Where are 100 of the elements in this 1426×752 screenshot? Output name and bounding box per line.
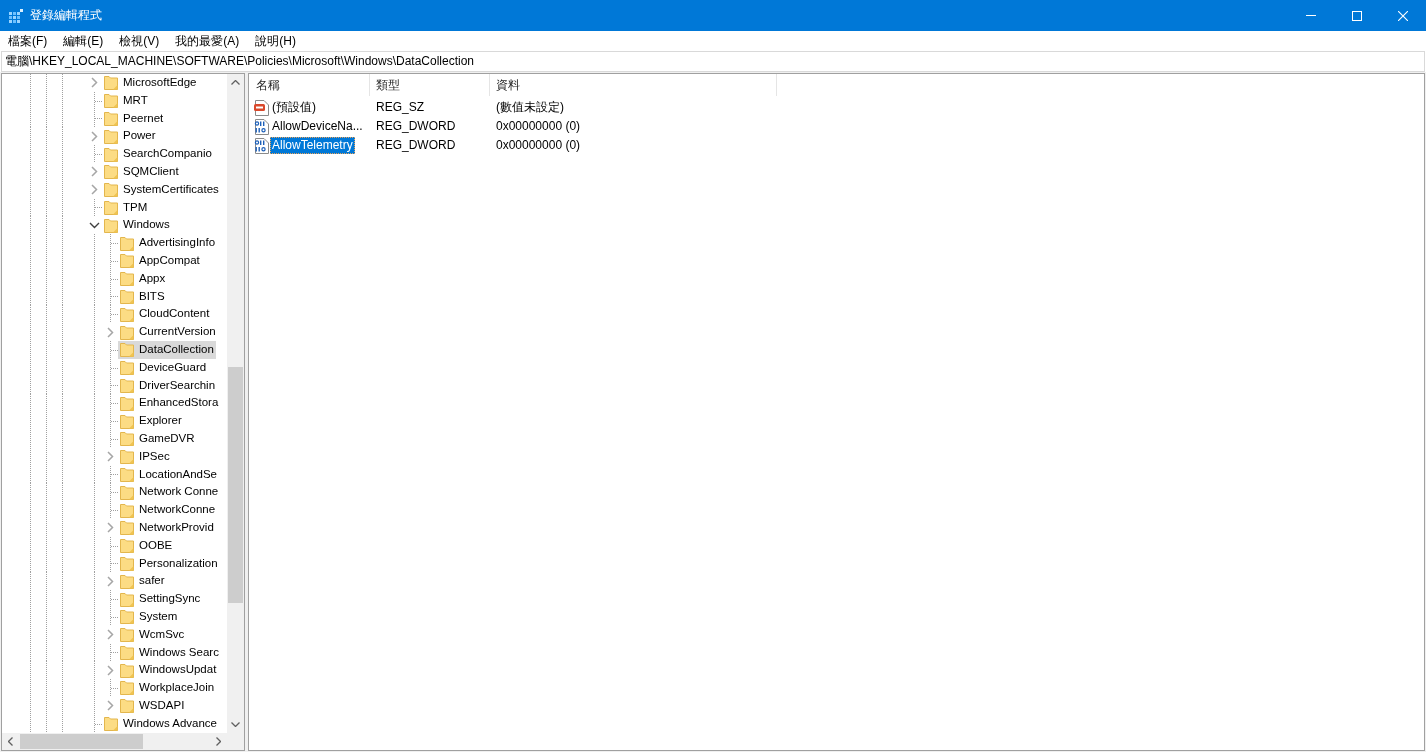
folder-icon	[120, 662, 134, 678]
tree-item[interactable]: Network Conne	[118, 483, 221, 502]
tree-item[interactable]: WindowsUpdat	[118, 661, 219, 680]
chevron-right-icon[interactable]	[90, 130, 98, 142]
folder-icon	[120, 644, 134, 660]
chevron-right-icon[interactable]	[106, 451, 114, 463]
tree-item[interactable]: MicrosoftEdge	[102, 74, 199, 92]
tree-item[interactable]: BITS	[118, 287, 167, 306]
tree-item[interactable]: Appx	[118, 269, 168, 288]
tree-item[interactable]: LocationAndSe	[118, 465, 219, 484]
folder-icon	[120, 573, 134, 589]
chevron-right-icon[interactable]	[106, 664, 114, 676]
tree-item[interactable]: OOBE	[118, 536, 175, 555]
tree-item[interactable]: Windows Advance	[102, 714, 219, 733]
folder-icon	[120, 502, 134, 518]
tree-item[interactable]: Windows	[102, 216, 172, 235]
folder-icon	[120, 431, 134, 447]
chevron-right-icon[interactable]	[106, 700, 114, 712]
window-title: 登錄編輯程式	[30, 8, 102, 23]
tree-item[interactable]: DeviceGuard	[118, 358, 209, 377]
folder-icon	[120, 324, 134, 340]
menu-item[interactable]: 編輯(E)	[55, 31, 112, 51]
close-icon	[1398, 10, 1408, 21]
folder-icon	[120, 680, 134, 696]
tree-item[interactable]: TPM	[102, 198, 150, 217]
tree-item[interactable]: CloudContent	[118, 305, 212, 324]
chevron-right-icon[interactable]	[90, 184, 98, 196]
tree-item[interactable]: Power	[102, 127, 158, 146]
tree-item[interactable]: SystemCertificates	[102, 180, 221, 199]
value-name[interactable]: (預設值)	[270, 99, 318, 116]
horizontal-scrollbar[interactable]	[2, 733, 227, 750]
tree-item[interactable]: SQMClient	[102, 163, 181, 181]
chevron-right-icon[interactable]	[90, 166, 98, 178]
text-document-icon	[254, 99, 270, 116]
folder-icon	[120, 413, 134, 429]
tree-item[interactable]: Explorer	[118, 412, 184, 430]
tree-item[interactable]: NetworkConne	[118, 501, 218, 519]
menu-item[interactable]: 說明(H)	[247, 31, 304, 51]
minimize-icon	[1306, 15, 1316, 16]
value-name[interactable]: AllowTelemetry	[270, 137, 355, 154]
scrollbar-thumb[interactable]	[228, 367, 243, 603]
tree-item[interactable]: Windows Searc	[118, 643, 221, 662]
grid-icon	[9, 8, 23, 23]
tree-item[interactable]: IPSec	[118, 447, 172, 466]
table-cell-text: (數值未設定)	[495, 100, 564, 115]
scroll-down-icon[interactable]	[231, 722, 240, 727]
folder-icon	[120, 395, 134, 411]
tree-item[interactable]: AppCompat	[118, 251, 202, 270]
folder-icon	[104, 716, 118, 732]
folder-icon	[104, 111, 118, 126]
folder-icon	[120, 538, 134, 554]
table-cell-text: 0x00000000 (0)	[495, 138, 581, 153]
vertical-scrollbar[interactable]	[227, 74, 244, 733]
menu-item[interactable]: 檔案(F)	[0, 31, 56, 51]
folder-icon	[120, 360, 134, 376]
value-name[interactable]: AllowDeviceNa...	[270, 118, 365, 135]
binary-document-icon	[254, 137, 270, 154]
tree-item[interactable]: CurrentVersion	[118, 323, 218, 341]
folder-icon	[120, 627, 134, 643]
folder-icon	[104, 199, 118, 215]
folder-icon	[104, 217, 118, 233]
chevron-right-icon[interactable]	[106, 326, 114, 338]
scroll-left-icon[interactable]	[8, 737, 13, 746]
tree-item[interactable]: DataCollection	[118, 340, 216, 359]
scroll-right-icon[interactable]	[216, 737, 221, 746]
tree-item[interactable]: WcmSvc	[118, 625, 187, 644]
tree-item[interactable]: MRT	[102, 91, 150, 110]
tree-item[interactable]: DriverSearchin	[118, 376, 218, 395]
address-field[interactable]: 電腦\HKEY_LOCAL_MACHINE\SOFTWARE\Policies\Microsoft\Windows\DataCollection	[1, 51, 1425, 72]
tree-item[interactable]: GameDVR	[118, 429, 197, 448]
tree-item[interactable]: WSDAPI	[118, 696, 187, 715]
tree-item[interactable]: WorkplaceJoin	[118, 679, 217, 697]
tree-item[interactable]: safer	[118, 572, 167, 591]
folder-icon	[104, 182, 118, 198]
folder-icon	[104, 146, 118, 162]
tree-item[interactable]: System	[118, 607, 180, 626]
chevron-right-icon[interactable]	[106, 522, 114, 534]
table-cell-text: REG_DWORD	[375, 119, 457, 134]
tree-item[interactable]: SearchCompanio	[102, 145, 214, 163]
tree-item[interactable]: AdvertisingInfo	[118, 234, 218, 252]
chevron-right-icon[interactable]	[106, 629, 114, 641]
folder-icon	[120, 377, 134, 393]
tree-item[interactable]: NetworkProvid	[118, 518, 216, 537]
chevron-right-icon[interactable]	[106, 575, 114, 587]
tree-item[interactable]: EnhancedStora	[118, 394, 221, 413]
menu-item[interactable]: 我的最愛(A)	[167, 31, 248, 51]
folder-icon	[120, 698, 134, 714]
scroll-up-icon[interactable]	[231, 80, 240, 85]
tree-item[interactable]: Peernet	[102, 109, 166, 128]
tree-item[interactable]: Personalization	[118, 554, 220, 573]
folder-icon	[104, 93, 118, 109]
menu-item[interactable]: 檢視(V)	[111, 31, 168, 51]
folder-icon	[120, 449, 134, 465]
scrollbar-thumb[interactable]	[20, 734, 143, 749]
tree-item[interactable]: SettingSync	[118, 590, 203, 608]
chevron-right-icon[interactable]	[90, 77, 98, 89]
folder-icon	[120, 520, 134, 536]
folder-icon	[120, 466, 134, 482]
chevron-down-icon[interactable]	[88, 221, 100, 229]
folder-icon	[104, 75, 118, 91]
